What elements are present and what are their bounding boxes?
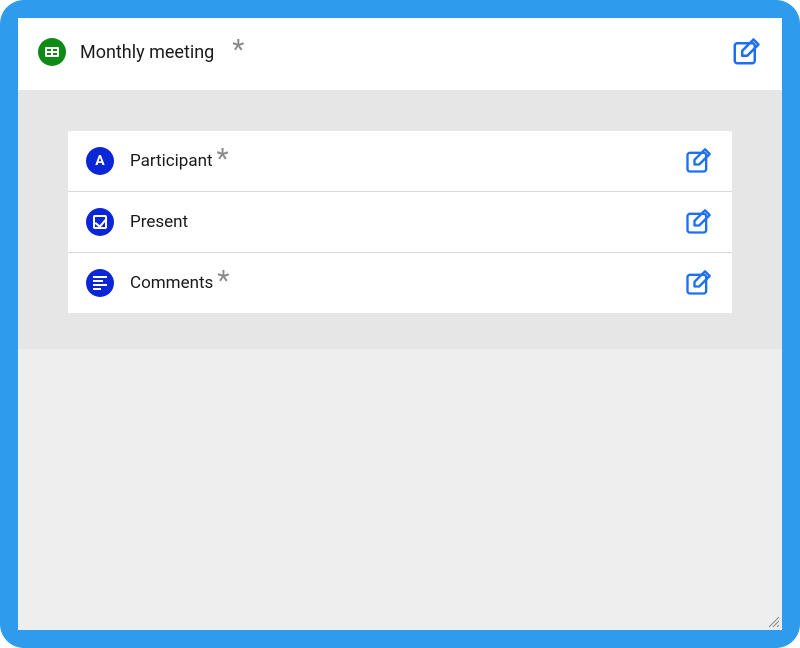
panel: Monthly meeting * A Participant * [18,18,782,630]
form-header: Monthly meeting * [18,18,782,90]
required-asterisk-icon: * [217,267,229,295]
resize-handle[interactable] [766,614,780,628]
field-label-wrap: Comments * [130,269,666,297]
edit-field-button[interactable] [682,206,714,238]
fields-container: A Participant * Present [18,90,782,349]
edit-field-button[interactable] [682,267,714,299]
field-comments: Comments * [68,252,732,313]
field-label: Present [130,212,188,232]
edit-form-button[interactable] [730,36,762,68]
field-label: Participant [130,151,213,171]
field-label: Comments [130,273,213,293]
empty-area [18,349,782,630]
edit-icon [731,37,761,67]
field-label-wrap: Participant * [130,147,666,175]
checkbox-icon [86,208,114,236]
edit-icon [684,208,712,236]
form-title-row: Monthly meeting * [38,38,730,66]
letter-a-icon: A [86,147,114,175]
required-asterisk-icon: * [232,36,244,64]
field-label-wrap: Present [130,212,666,232]
field-participant: A Participant * [68,130,732,191]
app-frame: Monthly meeting * A Participant * [0,0,800,648]
form-title: Monthly meeting [80,42,214,63]
required-asterisk-icon: * [217,145,229,173]
grid-table-icon [38,38,66,66]
edit-field-button[interactable] [682,145,714,177]
edit-icon [684,269,712,297]
field-present: Present [68,191,732,252]
text-lines-icon [86,269,114,297]
edit-icon [684,147,712,175]
